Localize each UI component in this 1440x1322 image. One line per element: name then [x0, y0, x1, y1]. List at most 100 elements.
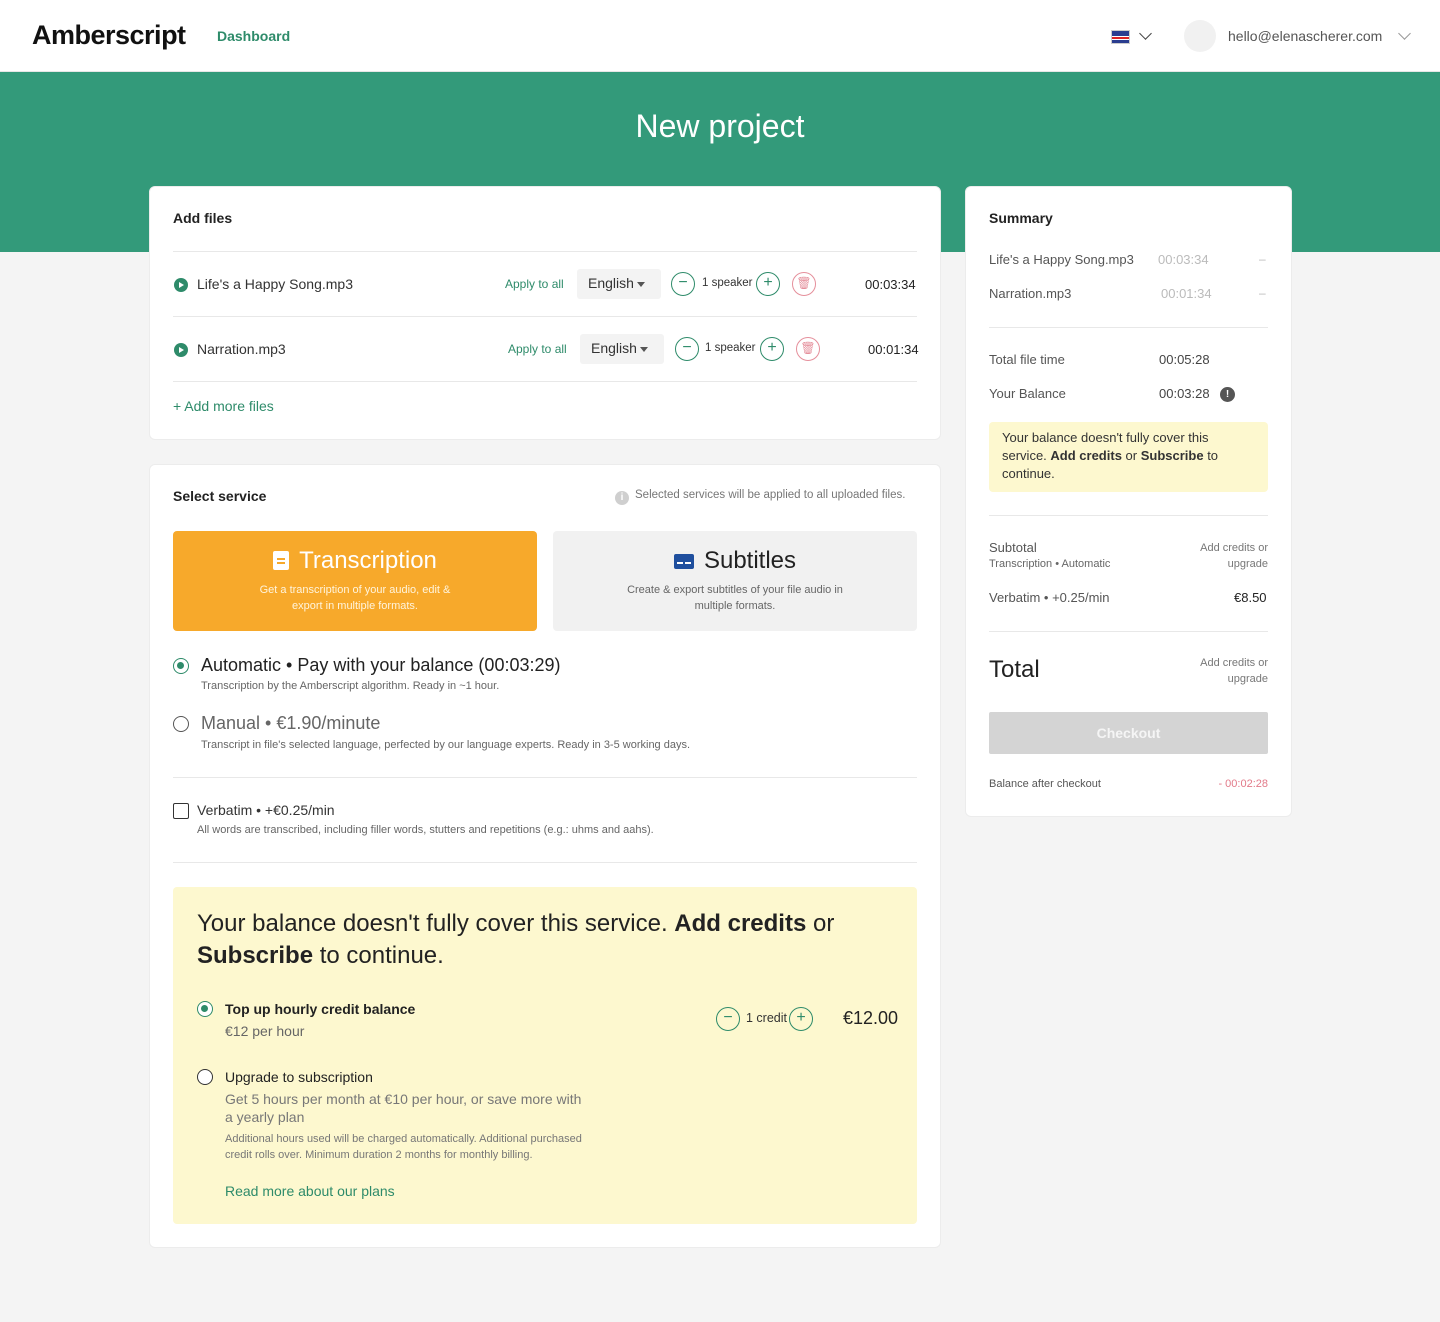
- subtitles-desc: Create & export subtitles of your file a…: [627, 584, 843, 612]
- upgrade-title[interactable]: Upgrade to subscription: [225, 1069, 373, 1085]
- verbatim-checkbox[interactable]: [173, 803, 189, 819]
- your-balance-value: 00:03:28: [1159, 386, 1210, 401]
- avatar[interactable]: [1184, 20, 1216, 52]
- trash-icon[interactable]: 🗑: [796, 337, 820, 361]
- subtitles-tile-heading: Subtitles: [553, 547, 917, 575]
- verbatim-title[interactable]: Verbatim • +€0.25/min: [197, 802, 335, 818]
- automatic-radio[interactable]: [173, 658, 189, 674]
- summary-file-name: Life's a Happy Song.mp3: [989, 252, 1134, 267]
- read-more-plans-link[interactable]: Read more about our plans: [225, 1183, 395, 1199]
- verbatim-sub: All words are transcribed, including fil…: [197, 824, 654, 836]
- divider: [989, 631, 1268, 632]
- divider: [173, 862, 917, 863]
- transcription-service-tile[interactable]: Transcription Get a transcription of you…: [173, 531, 537, 631]
- summary-file-price: –: [1259, 286, 1266, 300]
- language-select[interactable]: English: [577, 269, 661, 299]
- minus-speaker-button[interactable]: −: [671, 272, 695, 296]
- topup-radio[interactable]: [197, 1001, 213, 1017]
- topup-title[interactable]: Top up hourly credit balance: [225, 1001, 415, 1017]
- topup-sub: €12 per hour: [225, 1023, 305, 1039]
- total-file-time-value: 00:05:28: [1159, 352, 1210, 367]
- your-balance-label: Your Balance: [989, 386, 1066, 401]
- verbatim-label: Verbatim • +0.25/min: [989, 590, 1110, 605]
- subtitles-title: Subtitles: [703, 547, 797, 574]
- summary-file-duration: 00:01:34: [1161, 286, 1212, 301]
- checkout-button[interactable]: Checkout: [989, 712, 1268, 754]
- play-icon[interactable]: [174, 278, 188, 292]
- divider: [989, 515, 1268, 516]
- play-icon[interactable]: [174, 343, 188, 357]
- upgrade-sub: Get 5 hours per month at €10 per hour, o…: [225, 1091, 582, 1125]
- divider: [173, 777, 917, 778]
- file-duration: 00:03:34: [865, 277, 916, 292]
- plus-speaker-button[interactable]: +: [756, 272, 780, 296]
- subtotal-sub: Transcription • Automatic: [989, 558, 1111, 570]
- plus-speaker-button[interactable]: +: [760, 337, 784, 361]
- select-service-title: Select service: [173, 488, 267, 504]
- divider: [173, 251, 917, 252]
- warning-text: Your balance doesn't fully cover this se…: [197, 910, 675, 937]
- subscribe-text: Subscribe: [197, 942, 314, 969]
- apply-to-all-link[interactable]: Apply to all: [505, 277, 564, 291]
- automatic-option-title[interactable]: Automatic • Pay with your balance (00:03…: [201, 655, 561, 676]
- service-note: Selected services will be applied to all…: [635, 489, 906, 501]
- clipboard-icon: [273, 551, 290, 570]
- total-value: Add credits or upgrade: [1200, 657, 1268, 685]
- subscribe-text: Subscribe: [1140, 448, 1204, 463]
- divider: [989, 327, 1268, 328]
- subtitles-service-tile[interactable]: Subtitles Create & export subtitles of y…: [553, 531, 917, 631]
- transcription-desc: Get a transcription of your audio, edit …: [259, 584, 451, 612]
- apply-to-all-link[interactable]: Apply to all: [508, 342, 567, 356]
- file-name: Narration.mp3: [197, 341, 286, 357]
- language-select[interactable]: English: [580, 334, 664, 364]
- automatic-option-sub: Transcription by the Amberscript algorit…: [201, 680, 500, 692]
- add-credits-text: Add credits: [1050, 448, 1122, 463]
- add-more-files-link[interactable]: + Add more files: [173, 398, 274, 414]
- transcription-title: Transcription: [299, 547, 437, 574]
- page-title: New project: [635, 108, 805, 144]
- upgrade-fine-print: Additional hours used will be charged au…: [225, 1133, 582, 1161]
- manual-radio[interactable]: [173, 716, 189, 732]
- balance-after-value: - 00:02:28: [1218, 778, 1268, 790]
- plus-credit-button[interactable]: +: [789, 1007, 813, 1031]
- language-chevron-down-icon[interactable]: [1139, 27, 1152, 40]
- summary-title: Summary: [989, 210, 1053, 226]
- nav-dashboard-link[interactable]: Dashboard: [217, 28, 290, 44]
- file-name: Life's a Happy Song.mp3: [197, 276, 353, 292]
- account-chevron-down-icon[interactable]: [1398, 27, 1411, 40]
- warning-text: or: [1121, 448, 1141, 463]
- add-credits-text: Add credits: [674, 910, 807, 937]
- summary-file-price: –: [1259, 252, 1266, 266]
- subtotal-value: Add credits or upgrade: [1200, 542, 1268, 570]
- summary-file-duration: 00:03:34: [1158, 252, 1209, 267]
- summary-file-name: Narration.mp3: [989, 286, 1072, 301]
- total-label: Total: [989, 656, 1040, 683]
- subtotal-label: Subtotal: [989, 540, 1037, 555]
- user-email[interactable]: hello@elenascherer.com: [1228, 28, 1382, 44]
- warning-text: or: [806, 910, 835, 937]
- speaker-count: 1 speaker: [705, 342, 756, 354]
- warning-icon: !: [1220, 387, 1235, 402]
- warning-text: to continue.: [313, 942, 444, 969]
- total-file-time-label: Total file time: [989, 352, 1065, 367]
- upgrade-radio[interactable]: [197, 1069, 213, 1085]
- summary-balance-warning: Your balance doesn't fully cover this se…: [989, 422, 1268, 492]
- info-icon: i: [615, 491, 629, 505]
- manual-option-sub: Transcript in file's selected language, …: [201, 739, 691, 751]
- file-duration: 00:01:34: [868, 342, 919, 357]
- balance-after-label: Balance after checkout: [989, 778, 1101, 790]
- speaker-count: 1 speaker: [702, 277, 753, 289]
- balance-warning-heading: Your balance doesn't fully cover this se…: [197, 908, 877, 972]
- logo[interactable]: Amberscript: [32, 20, 186, 51]
- subtitles-icon: [673, 554, 694, 569]
- manual-option-title[interactable]: Manual • €1.90/minute: [201, 713, 380, 734]
- top-bar: Amberscript Dashboard hello@elenascherer…: [0, 0, 1440, 72]
- verbatim-price: €8.50: [1234, 590, 1267, 605]
- transcription-tile-heading: Transcription: [173, 547, 537, 575]
- topup-price: €12.00: [843, 1008, 899, 1028]
- credit-count: 1 credit: [746, 1011, 787, 1025]
- minus-speaker-button[interactable]: −: [675, 337, 699, 361]
- trash-icon[interactable]: 🗑: [792, 272, 816, 296]
- minus-credit-button[interactable]: −: [716, 1007, 740, 1031]
- uk-flag-icon[interactable]: [1111, 30, 1130, 44]
